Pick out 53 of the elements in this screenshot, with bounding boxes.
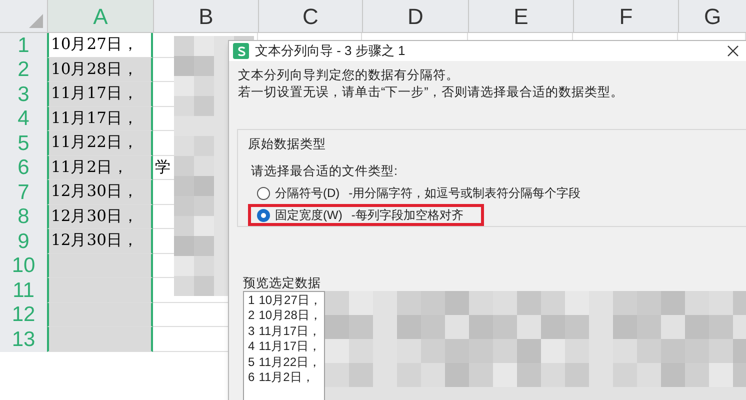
option-description: -用分隔字符，如逗号或制表符分隔每个字段 xyxy=(348,185,581,202)
line-number: 4 xyxy=(248,338,255,356)
row-header[interactable]: 4 xyxy=(0,106,47,131)
table-cell: 10月27日， xyxy=(47,33,153,58)
line-number: 1 xyxy=(248,292,255,309)
preview-line: 11月17日， xyxy=(258,338,320,356)
column-header[interactable]: D xyxy=(362,0,468,32)
table-cell: 12月30日， xyxy=(47,229,153,254)
dialog-title: 文本分列向导 - 3 步骤之 1 xyxy=(255,42,406,60)
line-number: 2 xyxy=(248,307,255,324)
column-header[interactable]: E xyxy=(468,0,573,32)
row-header[interactable]: 1 xyxy=(0,33,47,58)
radio-button[interactable] xyxy=(257,186,270,200)
option-label[interactable]: 固定宽度(W) xyxy=(275,206,342,224)
table-cell: 12月30日， xyxy=(47,204,153,229)
column-header[interactable]: A xyxy=(47,0,153,32)
column-header[interactable]: B xyxy=(153,0,258,32)
row-header[interactable]: 9 xyxy=(0,229,47,254)
preview-line: 11月22日， xyxy=(258,354,320,371)
preview-line: 10月27日， xyxy=(258,292,322,309)
instruction-text: 若一切设置无误，请单击“下一步”，否则请选择最合适的数据类型。 xyxy=(238,84,624,101)
option-label[interactable]: 分隔符号(D) xyxy=(275,184,340,202)
option-description: -每列字段加空格对齐 xyxy=(351,207,464,224)
column-header[interactable]: G xyxy=(678,0,746,32)
row-header[interactable]: 2 xyxy=(0,58,47,82)
table-cell: 10月28日， xyxy=(47,58,153,82)
row-header[interactable]: 3 xyxy=(0,82,47,106)
row-header[interactable]: 7 xyxy=(0,180,47,204)
radio-button[interactable] xyxy=(257,208,270,222)
preview-title: 预览选定数据 xyxy=(243,275,322,291)
row-header[interactable]: 8 xyxy=(0,204,47,229)
line-number: 5 xyxy=(248,354,255,371)
table-cell: 12月30日， xyxy=(47,180,153,204)
preview-line: 11月17日， xyxy=(258,322,320,340)
row-header[interactable]: 10 xyxy=(0,254,47,278)
preview-line: 10月28日， xyxy=(258,307,322,324)
table-cell: 11月2日， xyxy=(47,156,153,180)
table-cell: 11月17日， xyxy=(47,106,153,131)
row-header[interactable]: 5 xyxy=(0,131,47,156)
close-icon[interactable] xyxy=(727,45,739,57)
table-cell: 11月22日， xyxy=(47,131,153,156)
row-header[interactable]: 13 xyxy=(0,327,47,352)
row-header[interactable]: 12 xyxy=(0,302,47,327)
row-header[interactable]: 6 xyxy=(0,156,47,180)
column-header[interactable]: C xyxy=(258,0,362,32)
row-header[interactable]: 11 xyxy=(0,278,47,302)
column-header[interactable]: F xyxy=(573,0,678,32)
line-number: 3 xyxy=(248,322,255,340)
group-title: 原始数据类型 xyxy=(248,136,327,153)
instruction-text: 文本分列向导判定您的数据有分隔符。 xyxy=(238,67,460,84)
table-cell: 11月17日， xyxy=(47,82,153,106)
preview-line: 11月2日， xyxy=(258,369,314,386)
line-number: 6 xyxy=(248,369,255,386)
